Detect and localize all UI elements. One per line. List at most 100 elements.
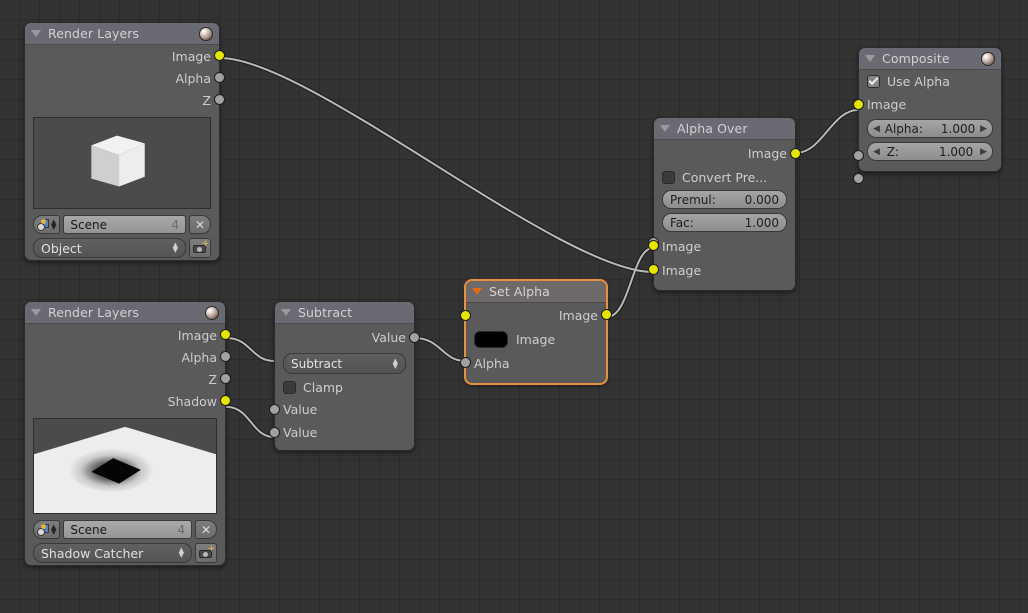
layer-selector-row[interactable]: Object ▲▼ +	[25, 236, 219, 260]
scene-name-field[interactable]: Scene 4	[63, 520, 192, 539]
convert-premul-row[interactable]: Convert Pre...	[654, 166, 795, 188]
scene-name: Scene	[70, 218, 107, 232]
layer-selector-row[interactable]: Shadow Catcher ▲▼ +	[25, 541, 225, 565]
socket-output-image[interactable]	[220, 329, 231, 340]
socket-input-image[interactable]	[853, 99, 864, 110]
fac-row[interactable]: Fac: 1.000	[654, 211, 795, 234]
node-editor-canvas[interactable]: Render Layers Image Alpha Z	[0, 0, 1028, 613]
clamp-label: Clamp	[303, 380, 343, 395]
clear-scene-button[interactable]: ✕	[195, 520, 217, 539]
socket-output-alpha[interactable]	[214, 72, 225, 83]
output-row-image: Image	[466, 303, 606, 327]
collapse-triangle-icon[interactable]	[31, 30, 41, 37]
add-render-layer-button[interactable]: +	[189, 238, 211, 258]
node-render-layers-2[interactable]: Render Layers Image Alpha Z Shadow	[24, 301, 226, 566]
layer-dropdown[interactable]: Object ▲▼	[33, 238, 186, 258]
operation-dropdown[interactable]: Subtract ▲▼	[283, 353, 406, 374]
node-header[interactable]: Alpha Over	[654, 118, 795, 140]
convert-premul-label: Convert Pre...	[682, 170, 767, 185]
node-header[interactable]: Render Layers	[25, 302, 225, 324]
node-set-alpha[interactable]: Set Alpha Image Image Alpha	[465, 280, 607, 384]
output-row-image: Image	[654, 140, 795, 166]
use-alpha-checkbox[interactable]	[867, 75, 880, 88]
z-slider[interactable]: ◀ Z: 1.000 ▶	[867, 142, 993, 161]
socket-output-alpha[interactable]	[220, 351, 231, 362]
chevron-right-icon[interactable]: ▶	[980, 147, 987, 157]
node-header[interactable]: Render Layers	[25, 23, 219, 45]
add-render-layer-button[interactable]: +	[195, 543, 217, 563]
output-label: Z	[208, 372, 217, 387]
socket-input-image-2[interactable]	[648, 264, 659, 275]
output-label: Image	[178, 328, 217, 343]
scene-user-count: 4	[171, 218, 179, 232]
chevron-updown-icon: ▲▼	[173, 243, 178, 253]
input-row-image-2: Image	[654, 258, 795, 282]
use-alpha-row[interactable]: Use Alpha	[859, 70, 1001, 92]
operation-row[interactable]: Subtract ▲▼	[275, 351, 414, 376]
chevron-right-icon[interactable]: ▶	[980, 124, 987, 134]
node-title: Render Layers	[48, 305, 139, 320]
output-label: Z	[202, 93, 211, 108]
collapse-triangle-icon[interactable]	[660, 125, 670, 132]
scene-browse-icon[interactable]: ▲▼	[33, 520, 60, 539]
socket-output-value[interactable]	[409, 332, 420, 343]
socket-output-z[interactable]	[220, 373, 231, 384]
output-row-alpha: Alpha	[25, 67, 219, 89]
socket-input-image[interactable]	[460, 310, 471, 321]
chevron-left-icon[interactable]: ◀	[873, 147, 880, 157]
input-row-value-1: Value	[275, 398, 414, 421]
node-body: Image Alpha Z Shadow	[25, 324, 225, 565]
node-header[interactable]: Subtract	[275, 302, 414, 324]
socket-input-z[interactable]	[853, 173, 864, 184]
scene-selector-row[interactable]: ▲▼ Scene 4 ✕	[25, 213, 219, 236]
input-label: Image	[662, 239, 701, 254]
node-alpha-over[interactable]: Alpha Over Image Convert Pre... Premul: …	[653, 117, 796, 291]
collapse-triangle-icon[interactable]	[865, 55, 875, 62]
node-subtract[interactable]: Subtract Value Subtract ▲▼ Clamp Value	[274, 301, 415, 451]
node-composite[interactable]: Composite Use Alpha Image ◀ Alpha: 1.000…	[858, 47, 1002, 172]
premul-label: Premul:	[670, 193, 716, 207]
premul-slider[interactable]: Premul: 0.000	[662, 190, 787, 209]
input-row-value-2: Value	[275, 421, 414, 444]
output-row-image: Image	[25, 45, 219, 67]
socket-input-image-1[interactable]	[648, 240, 659, 251]
socket-output-image[interactable]	[214, 50, 225, 61]
scene-browse-icon[interactable]: ▲▼	[33, 215, 60, 234]
alpha-slider[interactable]: ◀ Alpha: 1.000 ▶	[867, 119, 993, 138]
output-row-alpha: Alpha	[25, 346, 225, 368]
layer-dropdown[interactable]: Shadow Catcher ▲▼	[33, 543, 192, 563]
scene-icon	[37, 524, 49, 536]
socket-output-image[interactable]	[790, 148, 801, 159]
socket-output-shadow[interactable]	[220, 395, 231, 406]
input-row-alpha: Alpha	[466, 351, 606, 375]
socket-input-alpha[interactable]	[460, 357, 471, 368]
collapse-triangle-icon[interactable]	[281, 309, 291, 316]
image-color-swatch[interactable]	[474, 331, 508, 348]
clear-scene-button[interactable]: ✕	[189, 215, 211, 234]
scene-name-field[interactable]: Scene 4	[63, 215, 186, 234]
convert-premul-checkbox[interactable]	[662, 171, 675, 184]
alpha-row[interactable]: ◀ Alpha: 1.000 ▶	[859, 117, 1001, 140]
socket-output-image[interactable]	[601, 309, 612, 320]
alpha-value: 1.000	[941, 122, 975, 136]
socket-input-value-2[interactable]	[269, 427, 280, 438]
premul-row[interactable]: Premul: 0.000	[654, 188, 795, 211]
z-row[interactable]: ◀ Z: 1.000 ▶	[859, 140, 1001, 163]
socket-input-value-1[interactable]	[269, 404, 280, 415]
node-header[interactable]: Composite	[859, 48, 1001, 70]
node-render-layers-1[interactable]: Render Layers Image Alpha Z	[24, 22, 220, 261]
clamp-checkbox-row[interactable]: Clamp	[275, 376, 414, 398]
chevron-left-icon[interactable]: ◀	[873, 124, 880, 134]
socket-input-alpha[interactable]	[853, 150, 864, 161]
clamp-checkbox[interactable]	[283, 381, 296, 394]
render-preview-cube	[33, 117, 211, 209]
output-label: Image	[559, 308, 598, 323]
node-header[interactable]: Set Alpha	[466, 281, 606, 303]
scene-selector-row[interactable]: ▲▼ Scene 4 ✕	[25, 518, 225, 541]
fac-slider[interactable]: Fac: 1.000	[662, 213, 787, 232]
output-row-z: Z	[25, 368, 225, 390]
collapse-triangle-icon[interactable]	[472, 288, 482, 295]
socket-output-z[interactable]	[214, 94, 225, 105]
collapse-triangle-icon[interactable]	[31, 309, 41, 316]
use-alpha-label: Use Alpha	[887, 74, 950, 89]
